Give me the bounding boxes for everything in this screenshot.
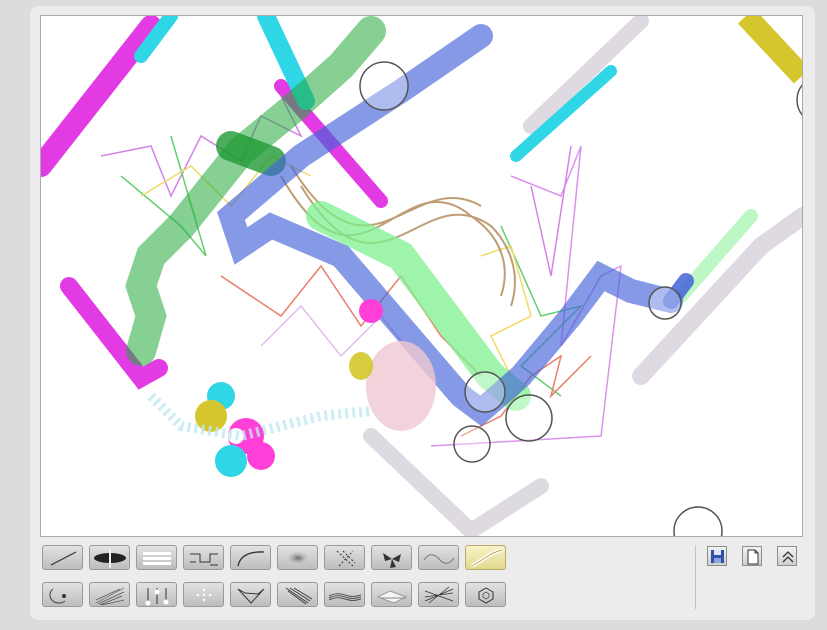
dotted-brush-icon bbox=[196, 588, 212, 602]
hatch-lines-brush-button[interactable] bbox=[418, 582, 459, 607]
brush-toolbar bbox=[42, 545, 512, 611]
cross-hatch-brush-icon bbox=[336, 550, 356, 567]
artwork bbox=[41, 16, 802, 536]
collapse-up-icon bbox=[782, 551, 794, 563]
cross-hatch-brush-button[interactable] bbox=[324, 545, 365, 570]
save-button[interactable] bbox=[707, 546, 727, 566]
ellipse-brush-icon bbox=[94, 549, 126, 568]
sketch-lines-brush-icon bbox=[95, 587, 125, 606]
ribbon-brush-icon bbox=[470, 548, 503, 568]
line-brush-button[interactable] bbox=[42, 545, 83, 570]
wave-brush-icon bbox=[423, 554, 455, 564]
parallel-lines-brush-button[interactable] bbox=[136, 545, 177, 570]
dotted-brush-button[interactable] bbox=[183, 582, 224, 607]
soft-blob-brush-icon bbox=[285, 550, 311, 566]
parallel-lines-brush-icon bbox=[143, 552, 171, 565]
spiral-dot-brush-icon bbox=[49, 588, 66, 604]
drawing-canvas[interactable] bbox=[40, 15, 803, 537]
circuit-brush-button[interactable] bbox=[183, 545, 224, 570]
curve-brush-button[interactable] bbox=[230, 545, 271, 570]
pin-brush-icon bbox=[145, 588, 169, 606]
soft-blob-brush-button[interactable] bbox=[277, 545, 318, 570]
fur-brush-icon bbox=[285, 587, 313, 605]
hexagon-brush-icon bbox=[478, 587, 494, 604]
collapse-up-button[interactable] bbox=[777, 546, 797, 566]
shaded-brush-button[interactable] bbox=[371, 582, 412, 607]
line-brush-icon bbox=[50, 551, 77, 566]
web-brush-button[interactable] bbox=[230, 582, 271, 607]
multi-line-brush-button[interactable] bbox=[324, 582, 365, 607]
fan-brush-icon bbox=[383, 553, 401, 568]
curve-brush-icon bbox=[237, 551, 265, 567]
pin-brush-button[interactable] bbox=[136, 582, 177, 607]
multi-line-brush-icon bbox=[328, 593, 362, 601]
fan-brush-button[interactable] bbox=[371, 545, 412, 570]
ribbon-brush-button[interactable] bbox=[465, 545, 506, 570]
save-icon bbox=[711, 550, 724, 563]
hexagon-brush-button[interactable] bbox=[465, 582, 506, 607]
toolbar-divider bbox=[695, 545, 696, 609]
shaded-brush-icon bbox=[376, 590, 408, 604]
spiral-dot-brush-button[interactable] bbox=[42, 582, 83, 607]
new-document-icon bbox=[747, 549, 759, 565]
fur-brush-button[interactable] bbox=[277, 582, 318, 607]
sketch-lines-brush-button[interactable] bbox=[89, 582, 130, 607]
ellipse-brush-button[interactable] bbox=[89, 545, 130, 570]
new-document-button[interactable] bbox=[742, 546, 762, 566]
yellow-stroke bbox=[737, 16, 802, 84]
wave-brush-button[interactable] bbox=[418, 545, 459, 570]
circuit-brush-icon bbox=[190, 553, 218, 566]
web-brush-icon bbox=[237, 588, 265, 604]
hatch-lines-brush-icon bbox=[424, 586, 454, 604]
